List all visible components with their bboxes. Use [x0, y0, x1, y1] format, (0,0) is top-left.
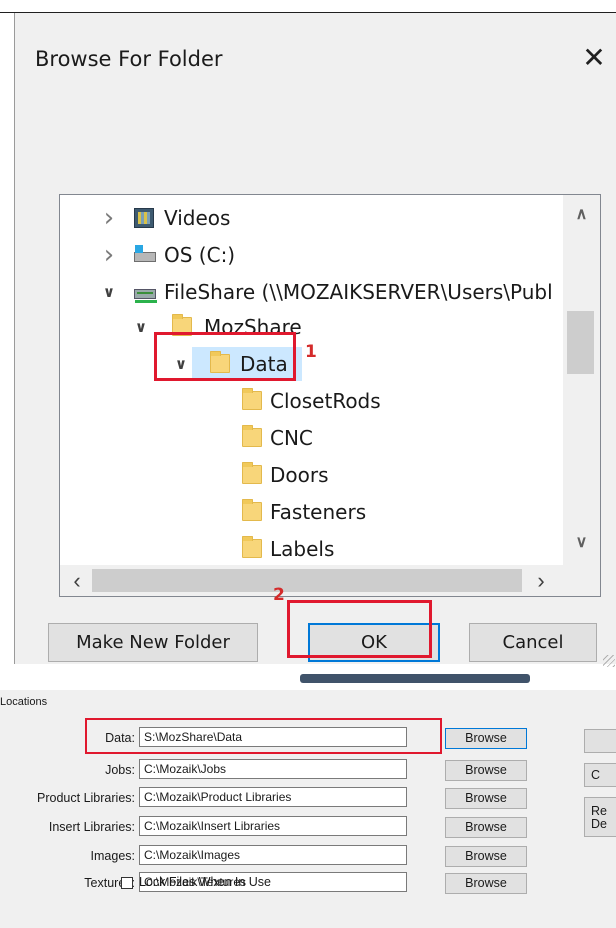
- background-window-edge: [300, 674, 530, 683]
- lock-files-label: Lock Files When In Use: [139, 875, 271, 889]
- product-libraries-path-field[interactable]: C:\Mozaik\Product Libraries: [139, 787, 407, 807]
- dialog-title: Browse For Folder: [35, 47, 223, 71]
- vertical-scrollbar[interactable]: [563, 195, 600, 566]
- folder-icon: [242, 425, 262, 447]
- vertical-scroll-thumb[interactable]: [567, 311, 594, 374]
- tree-item-label: Fasteners: [270, 500, 367, 524]
- browse-data-button[interactable]: Browse: [445, 728, 527, 749]
- jobs-label: Jobs:: [105, 763, 135, 777]
- images-path-field[interactable]: C:\Mozaik\Images: [139, 845, 407, 865]
- cancel-button[interactable]: Cancel: [469, 623, 597, 662]
- close-icon[interactable]: [577, 41, 611, 75]
- tree-item-label: ClosetRods: [270, 389, 381, 413]
- jobs-path-field[interactable]: C:\Mozaik\Jobs: [139, 759, 407, 779]
- chevron-down-icon[interactable]: [100, 275, 118, 309]
- browse-textures-button[interactable]: Browse: [445, 873, 527, 894]
- panel-title: Locations: [0, 696, 48, 708]
- annotation-step-1: 1: [305, 342, 317, 362]
- browse-product-libraries-button[interactable]: Browse: [445, 788, 527, 809]
- folder-icon: [242, 536, 262, 558]
- scroll-right-icon[interactable]: [528, 565, 554, 596]
- side-button-2[interactable]: C: [584, 763, 616, 787]
- chevron-right-icon[interactable]: [100, 201, 118, 238]
- annotation-box-data-path: [85, 718, 442, 754]
- tree-item-label: Videos: [164, 206, 231, 230]
- browse-for-folder-dialog: Browse For Folder Videos OS (C:) FileSha…: [14, 13, 616, 667]
- horizontal-scroll-thumb[interactable]: [92, 569, 522, 592]
- browse-insert-libraries-button[interactable]: Browse: [445, 817, 527, 838]
- annotation-step-2: 2: [273, 585, 285, 605]
- insert-libraries-label: Insert Libraries:: [48, 820, 135, 834]
- scroll-up-icon[interactable]: [563, 203, 600, 227]
- insert-libraries-path-field[interactable]: C:\Mozaik\Insert Libraries: [139, 816, 407, 836]
- network-drive-icon: [134, 289, 157, 303]
- annotation-box-data-folder: [154, 332, 296, 381]
- lock-files-checkbox[interactable]: [121, 877, 133, 889]
- images-label: Images:: [90, 849, 135, 863]
- tree-item-label: FileShare (\\MOZAIKSERVER\Users\Publ: [164, 280, 553, 304]
- browse-jobs-button[interactable]: Browse: [445, 760, 527, 781]
- drive-icon: [134, 245, 156, 262]
- horizontal-scrollbar[interactable]: [60, 565, 600, 596]
- folder-icon: [242, 388, 262, 410]
- chevron-right-icon[interactable]: [100, 238, 118, 275]
- folder-tree[interactable]: Videos OS (C:) FileShare (\\MOZAIKSERVER…: [59, 194, 601, 597]
- scroll-left-icon[interactable]: [64, 565, 90, 596]
- tree-item-label: Labels: [270, 537, 335, 561]
- resize-grip-icon[interactable]: [603, 655, 615, 667]
- tree-item-label: Doors: [270, 463, 329, 487]
- folder-icon: [242, 499, 262, 521]
- side-button-3-label: Re De: [591, 804, 607, 831]
- textures-label: Textures:: [84, 876, 135, 890]
- side-button-1[interactable]: [584, 729, 616, 753]
- browse-images-button[interactable]: Browse: [445, 846, 527, 867]
- scroll-down-icon[interactable]: [563, 531, 600, 555]
- folder-icon: [242, 462, 262, 484]
- side-button-3[interactable]: Re De: [584, 797, 616, 837]
- product-libraries-label: Product Libraries:: [37, 791, 135, 805]
- tree-item-label: OS (C:): [164, 243, 236, 267]
- make-new-folder-button[interactable]: Make New Folder: [48, 623, 258, 662]
- video-icon: [134, 208, 154, 228]
- chevron-down-icon[interactable]: [132, 310, 150, 344]
- tree-item-label: CNC: [270, 426, 313, 450]
- annotation-box-ok: [287, 600, 432, 658]
